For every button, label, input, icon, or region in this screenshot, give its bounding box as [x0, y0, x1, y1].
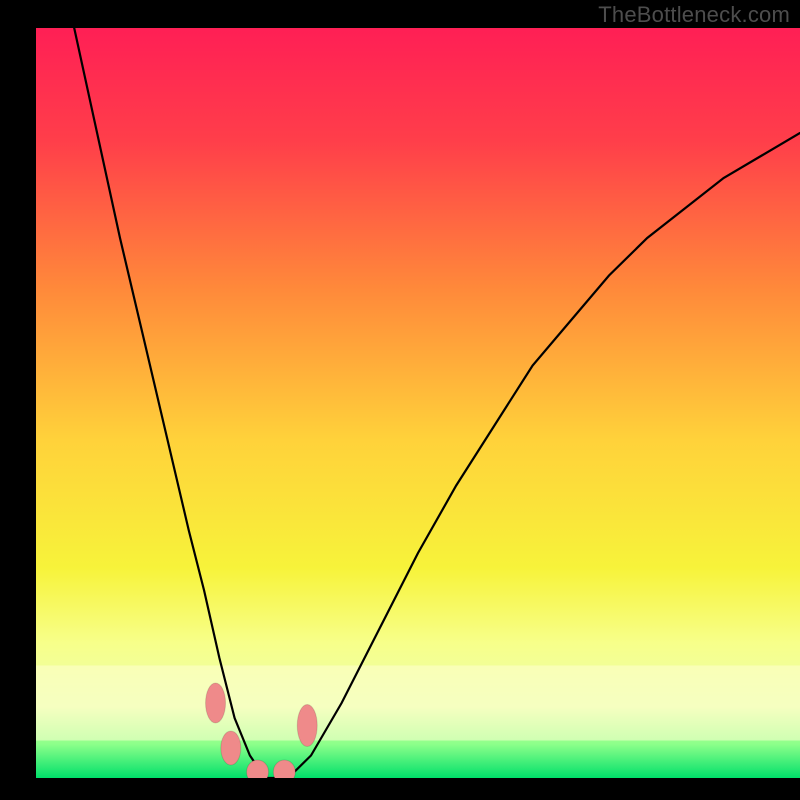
optimal-marker — [221, 731, 241, 765]
watermark-text: TheBottleneck.com — [598, 2, 790, 28]
bottleneck-chart — [0, 0, 800, 800]
frame-left — [0, 0, 36, 800]
optimal-marker — [297, 705, 317, 747]
optimal-marker — [206, 683, 226, 723]
highlight-band — [36, 666, 800, 741]
frame-bottom — [0, 778, 800, 800]
chart-frame: TheBottleneck.com — [0, 0, 800, 800]
